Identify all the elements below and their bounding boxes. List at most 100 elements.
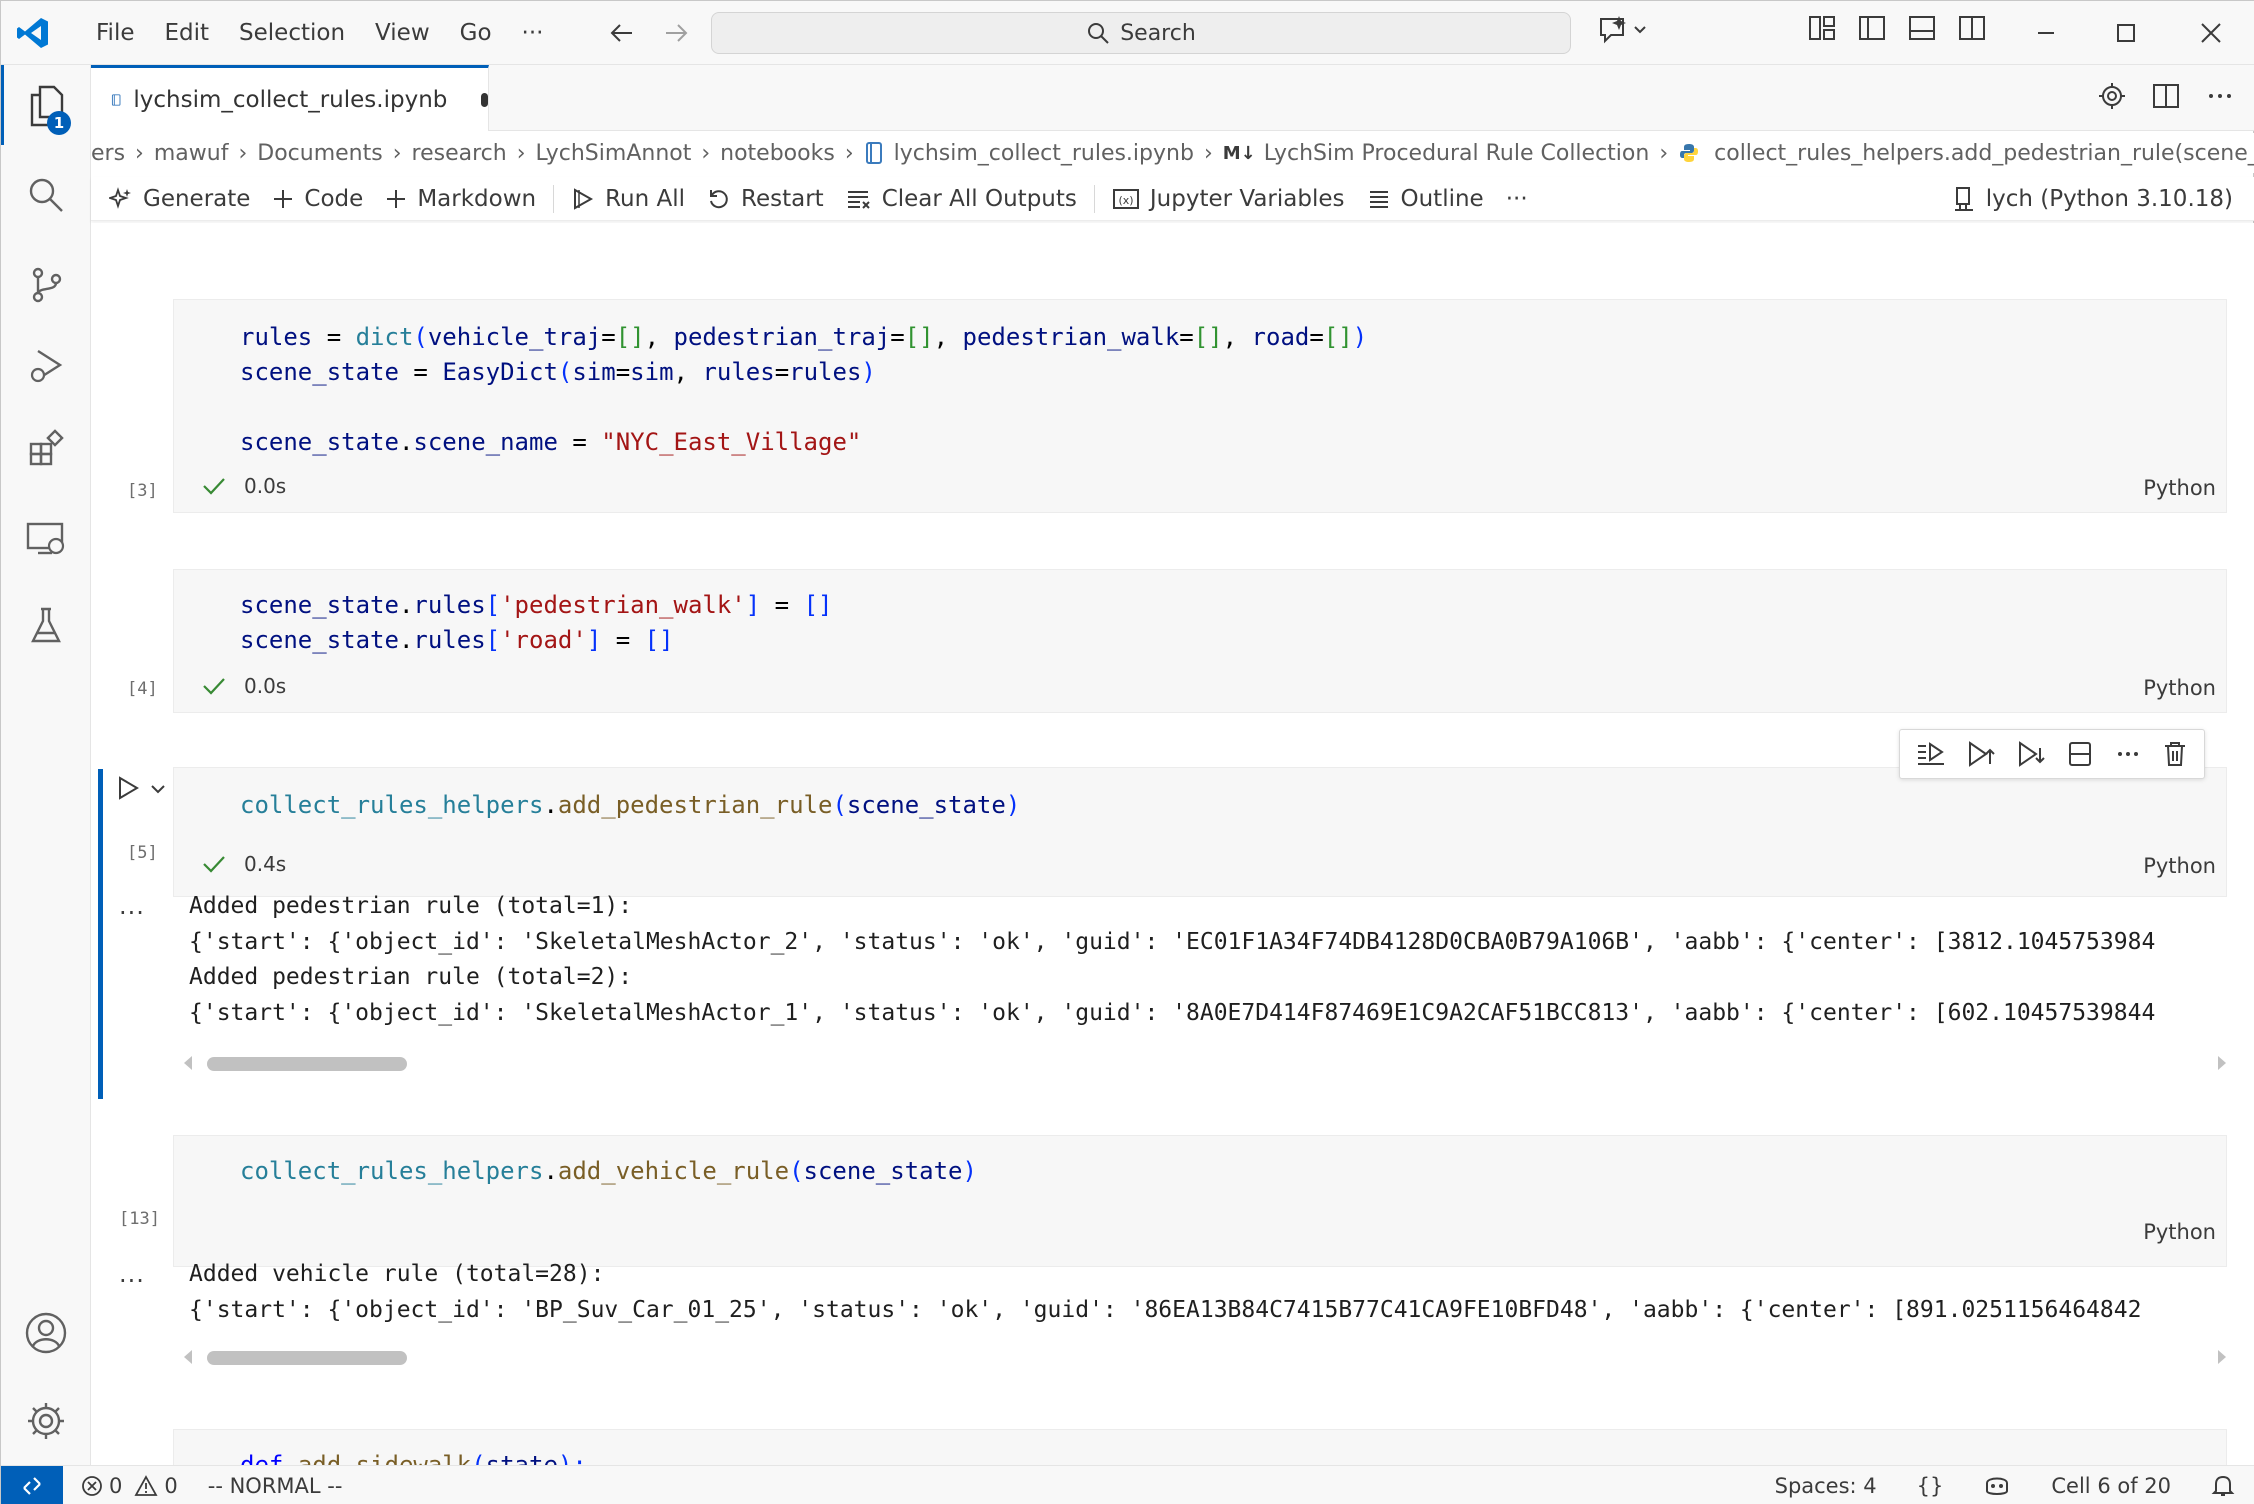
gear-icon[interactable] [2097, 81, 2127, 111]
cell-code[interactable]: collect_rules_helpers.add_pedestrian_rul… [240, 788, 1020, 823]
clear-outputs-label: Clear All Outputs [881, 185, 1077, 212]
run-debug-button[interactable] [1, 325, 91, 405]
menu-selection[interactable]: Selection [224, 1, 360, 65]
code-cell-focused[interactable]: collect_rules_helpers.add_pedestrian_rul… [173, 767, 2227, 897]
more-actions-icon[interactable] [2205, 81, 2235, 111]
title-bar: File Edit Selection View Go ··· Search [1, 1, 2254, 65]
menu-go[interactable]: Go [445, 1, 507, 65]
toggle-secondary-sidebar-icon[interactable] [1957, 13, 1987, 43]
python-icon [1680, 144, 1699, 162]
close-window-button[interactable] [2171, 1, 2251, 65]
delete-cell-icon[interactable] [2162, 740, 2188, 768]
scroll-left-icon[interactable] [181, 1347, 195, 1367]
breadcrumb-item[interactable]: mawuf [154, 141, 229, 166]
menu-edit[interactable]: Edit [150, 1, 225, 65]
more-actions-icon[interactable] [2114, 740, 2142, 768]
scrollbar-thumb[interactable] [207, 1057, 407, 1071]
indentation-setting[interactable]: Spaces: 4 [1775, 1474, 1877, 1498]
menu-file[interactable]: File [81, 1, 150, 65]
restart-button[interactable]: Restart [696, 177, 835, 221]
breadcrumb-item[interactable]: research [412, 141, 507, 166]
execute-above-icon[interactable] [1916, 740, 1946, 768]
minimize-button[interactable] [2006, 1, 2086, 65]
source-control-button[interactable] [1, 245, 91, 325]
cell-code[interactable]: collect_rules_helpers.add_vehicle_rule(s… [240, 1154, 977, 1189]
output-more-button[interactable]: ··· [119, 899, 145, 927]
editor-tab-bar: lychsim_collect_rules.ipynb [91, 65, 2254, 131]
command-center-search[interactable]: Search [711, 12, 1571, 54]
code-cell[interactable]: def add_sidewalk(state): [173, 1429, 2227, 1465]
execute-cell-and-above-icon[interactable] [1966, 740, 1996, 768]
generate-button[interactable]: Generate [91, 177, 261, 221]
breadcrumb-item[interactable]: ers [91, 141, 125, 166]
clear-outputs-button[interactable]: Clear All Outputs [835, 177, 1088, 221]
menu-more[interactable]: ··· [507, 1, 559, 65]
output-horizontal-scrollbar[interactable] [181, 1347, 2231, 1367]
run-and-debug-icon [30, 349, 63, 383]
breadcrumb-item[interactable]: Documents [257, 141, 382, 166]
scroll-right-icon[interactable] [2215, 1053, 2229, 1073]
cell-language[interactable]: Python [2143, 854, 2216, 878]
remote-explorer-button[interactable] [1, 499, 91, 579]
code-cell[interactable]: scene_state.rules['pedestrian_walk'] = [… [173, 569, 2227, 713]
remote-indicator[interactable] [1, 1465, 63, 1504]
testing-button[interactable] [1, 585, 91, 665]
manage-button[interactable] [1, 1381, 91, 1461]
run-all-button[interactable]: Run All [560, 177, 696, 221]
breadcrumb-symbol[interactable]: collect_rules_helpers.add_pedestrian_rul… [1678, 141, 2254, 166]
toggle-panel-icon[interactable] [1907, 13, 1937, 43]
problems-indicator[interactable]: 0 0 [81, 1474, 178, 1498]
cell-language[interactable]: Python [2143, 1220, 2216, 1244]
back-arrow-icon[interactable] [605, 15, 639, 51]
copilot-button[interactable] [1597, 13, 1649, 49]
kernel-picker[interactable]: lych (Python 3.10.18) [1952, 177, 2233, 221]
run-all-label: Run All [605, 185, 686, 212]
cell-position[interactable]: Cell 6 of 20 [2051, 1474, 2171, 1498]
scrollbar-thumb[interactable] [207, 1351, 407, 1365]
breadcrumb-file[interactable]: lychsim_collect_rules.ipynb [864, 141, 1194, 166]
scroll-left-icon[interactable] [181, 1053, 195, 1073]
add-markdown-button[interactable]: Markdown [374, 177, 547, 221]
outline-button[interactable]: Outline [1356, 177, 1495, 221]
tab-notebook[interactable]: lychsim_collect_rules.ipynb [91, 65, 489, 131]
unsaved-dot-icon[interactable] [481, 92, 488, 107]
customize-layout-icon[interactable] [1807, 13, 1837, 43]
copilot-icon[interactable] [1983, 1473, 2011, 1499]
explorer-button[interactable]: 1 [1, 65, 91, 145]
output-horizontal-scrollbar[interactable] [181, 1053, 2231, 1073]
accounts-button[interactable] [1, 1293, 91, 1373]
breadcrumb-item[interactable]: notebooks [720, 141, 835, 166]
forward-arrow-icon[interactable] [659, 15, 693, 51]
code-cell[interactable]: collect_rules_helpers.add_vehicle_rule(s… [173, 1135, 2227, 1267]
execute-cell-and-below-icon[interactable] [2016, 740, 2046, 768]
run-options-dropdown[interactable] [149, 779, 167, 804]
cell-code[interactable]: scene_state.rules['pedestrian_walk'] = [… [240, 588, 832, 658]
breadcrumb-section[interactable]: M↓ LychSim Procedural Rule Collection [1223, 141, 1650, 166]
maximize-button[interactable] [2086, 1, 2166, 65]
run-cell-button[interactable] [115, 775, 141, 807]
layout-controls [1807, 13, 1987, 43]
generate-label: Generate [143, 185, 251, 212]
breadcrumb-item[interactable]: LychSimAnnot [536, 141, 692, 166]
jupyter-variables-button[interactable]: (x) Jupyter Variables [1101, 177, 1356, 221]
cell-language[interactable]: Python [2143, 476, 2216, 500]
menu-view[interactable]: View [360, 1, 445, 65]
toggle-primary-sidebar-icon[interactable] [1857, 13, 1887, 43]
cell-code[interactable]: rules = dict(vehicle_traj=[], pedestrian… [240, 320, 1367, 460]
add-code-button[interactable]: Code [261, 177, 374, 221]
vscode-window: File Edit Selection View Go ··· Search 1… [0, 0, 2254, 1504]
split-cell-icon[interactable] [2066, 740, 2094, 768]
split-editor-icon[interactable] [2151, 81, 2181, 111]
scroll-right-icon[interactable] [2215, 1347, 2229, 1367]
toolbar-more-button[interactable]: ··· [1495, 177, 1539, 221]
variables-icon: (x) [1112, 188, 1139, 209]
cell-code[interactable]: def add_sidewalk(state): [240, 1448, 587, 1465]
cell-language[interactable]: Python [2143, 676, 2216, 700]
outline-label: Outline [1400, 185, 1484, 212]
code-cell[interactable]: rules = dict(vehicle_traj=[], pedestrian… [173, 299, 2227, 513]
notifications-bell-icon[interactable] [2211, 1473, 2235, 1499]
language-braces[interactable]: {} [1917, 1474, 1944, 1498]
extensions-button[interactable] [1, 409, 91, 489]
search-view-button[interactable] [1, 155, 91, 235]
output-more-button[interactable]: ··· [119, 1267, 145, 1295]
